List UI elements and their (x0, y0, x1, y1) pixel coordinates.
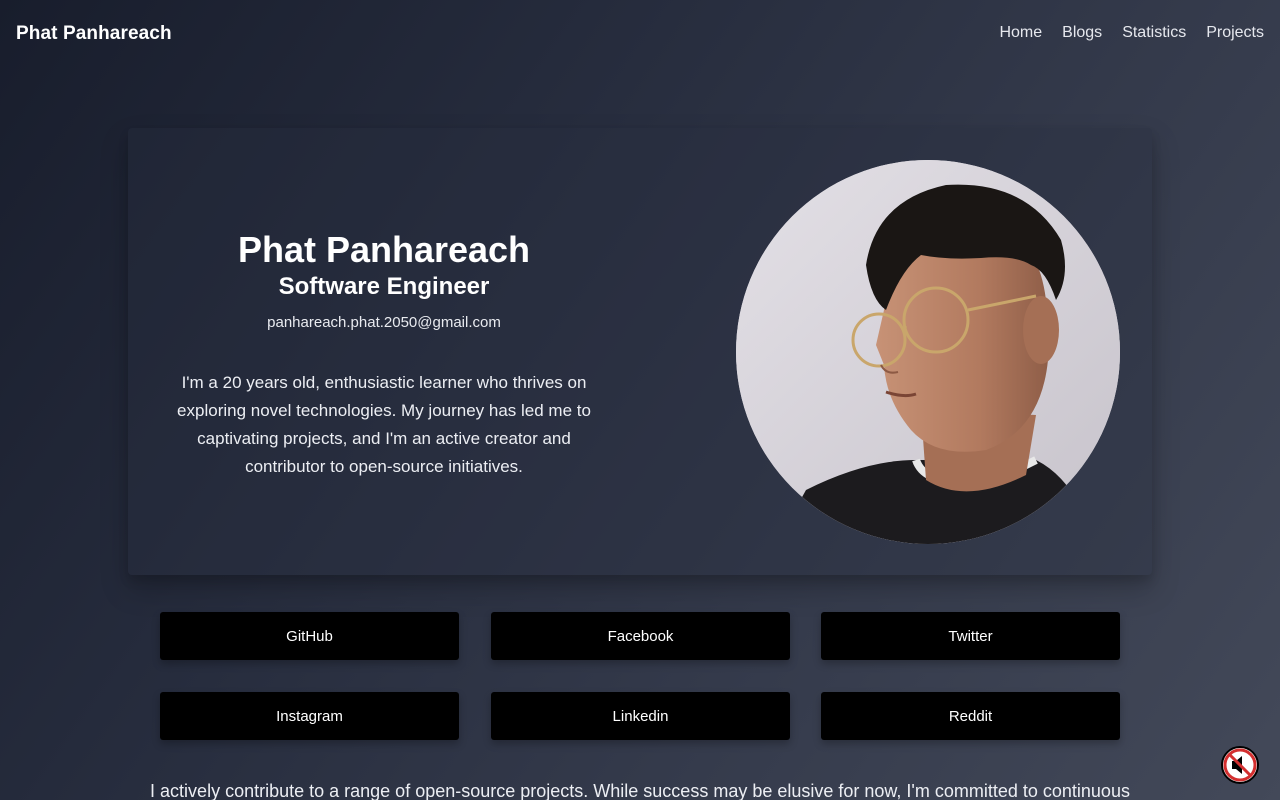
nav-links: Home Blogs Statistics Projects (999, 24, 1264, 42)
nav-link-statistics[interactable]: Statistics (1122, 24, 1186, 42)
nav-link-home[interactable]: Home (999, 24, 1042, 42)
avatar (736, 160, 1120, 544)
instagram-button[interactable]: Instagram (160, 692, 459, 740)
facebook-button[interactable]: Facebook (491, 612, 790, 660)
nav-link-projects[interactable]: Projects (1206, 24, 1264, 42)
twitter-button[interactable]: Twitter (821, 612, 1120, 660)
speaker-muted-icon (1221, 746, 1259, 784)
linkedin-button[interactable]: Linkedin (491, 692, 790, 740)
hero-card: Phat Panhareach Software Engineer panhar… (128, 128, 1152, 575)
about-text: I actively contribute to a range of open… (150, 781, 1130, 800)
brand-link[interactable]: Phat Panhareach (16, 23, 172, 45)
github-button[interactable]: GitHub (160, 612, 459, 660)
navbar: Phat Panhareach Home Blogs Statistics Pr… (0, 0, 1280, 68)
profile-bio: I'm a 20 years old, enthusiastic learner… (177, 373, 591, 476)
reddit-button[interactable]: Reddit (821, 692, 1120, 740)
profile-role: Software Engineer (278, 273, 490, 300)
profile-email: panhareach.phat.2050@gmail.com (267, 314, 501, 331)
intro: Phat Panhareach Software Engineer panhar… (160, 228, 608, 498)
profile-name: Phat Panhareach (237, 229, 531, 270)
nav-link-blogs[interactable]: Blogs (1062, 24, 1102, 42)
mute-button[interactable] (1220, 745, 1260, 785)
profile-photo (736, 160, 1120, 544)
